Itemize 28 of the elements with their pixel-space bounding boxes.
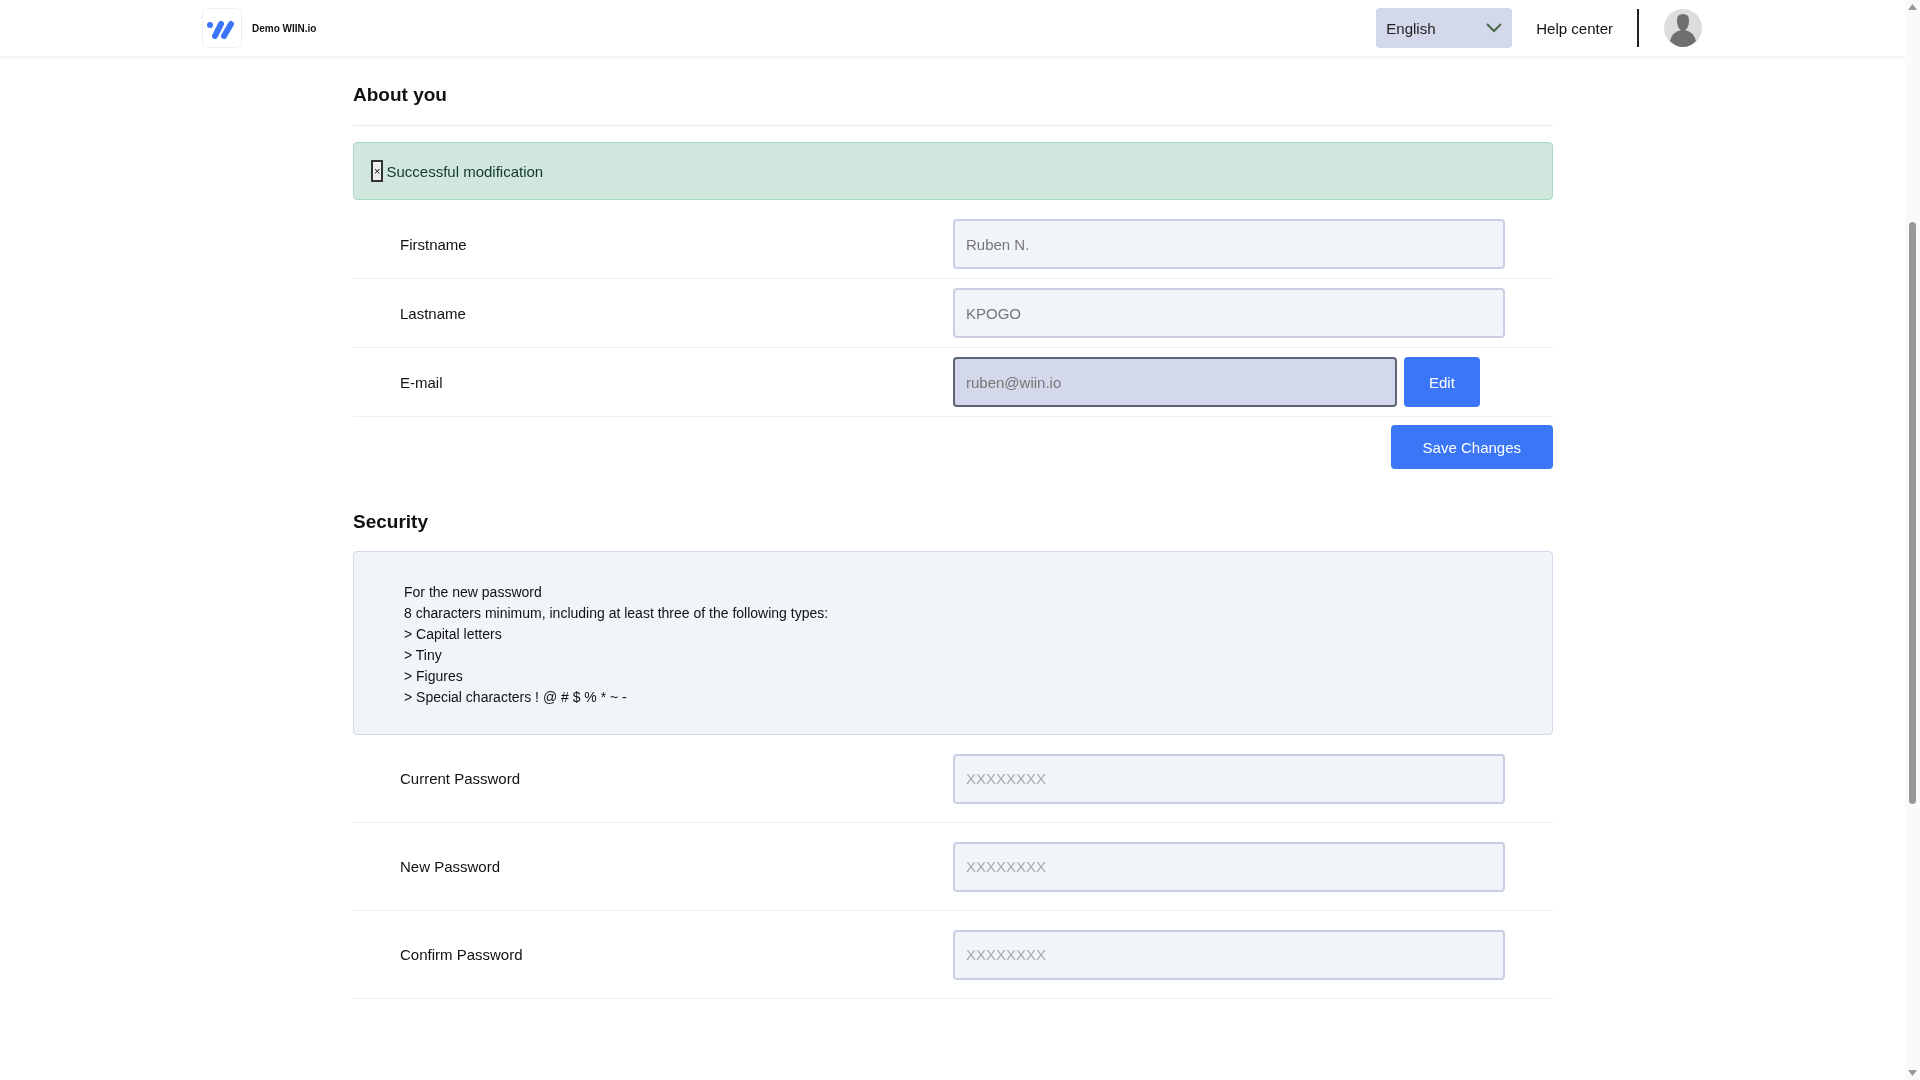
close-button[interactable]: × — [371, 160, 384, 182]
field-label: Current Password — [400, 770, 522, 787]
avatar-icon[interactable] — [1663, 8, 1703, 48]
alert-message: Successful modification — [386, 162, 544, 180]
rule-text: > Figures — [404, 667, 464, 686]
rule-text: 8 characters minimum, including at least three of the following types: — [404, 604, 830, 623]
rule-text: > Special characters ! @ # $ % * ~ - — [404, 688, 628, 707]
rule-text: > Capital letters — [404, 625, 503, 644]
password-field[interactable]: XXXXXXXX — [953, 929, 1505, 980]
section-title: Security — [353, 510, 429, 533]
field-label: Firstname — [400, 235, 468, 253]
save-changes-button[interactable]: Save Changes — [1390, 425, 1553, 469]
field-label: Confirm Password — [400, 946, 524, 963]
help-center-link[interactable]: Help center — [1536, 19, 1613, 37]
text-field[interactable]: Ruben N. — [953, 219, 1505, 269]
text-field[interactable]: KPOGO — [953, 288, 1505, 338]
password-field[interactable]: XXXXXXXX — [953, 841, 1505, 892]
password-field[interactable]: XXXXXXXX — [953, 753, 1505, 804]
rule-text: For the new password — [404, 583, 543, 602]
brand-name: Demo WIIN.io — [252, 22, 317, 34]
chevron-down-icon — [1486, 23, 1503, 33]
language-select[interactable]: English — [1376, 8, 1513, 48]
rule-text: > Tiny — [404, 646, 443, 665]
field-label: E-mail — [400, 373, 444, 391]
section-title: About you — [353, 83, 448, 107]
field-label: Lastname — [400, 304, 467, 322]
field-label: New Password — [400, 858, 502, 875]
logo-icon — [202, 8, 242, 48]
